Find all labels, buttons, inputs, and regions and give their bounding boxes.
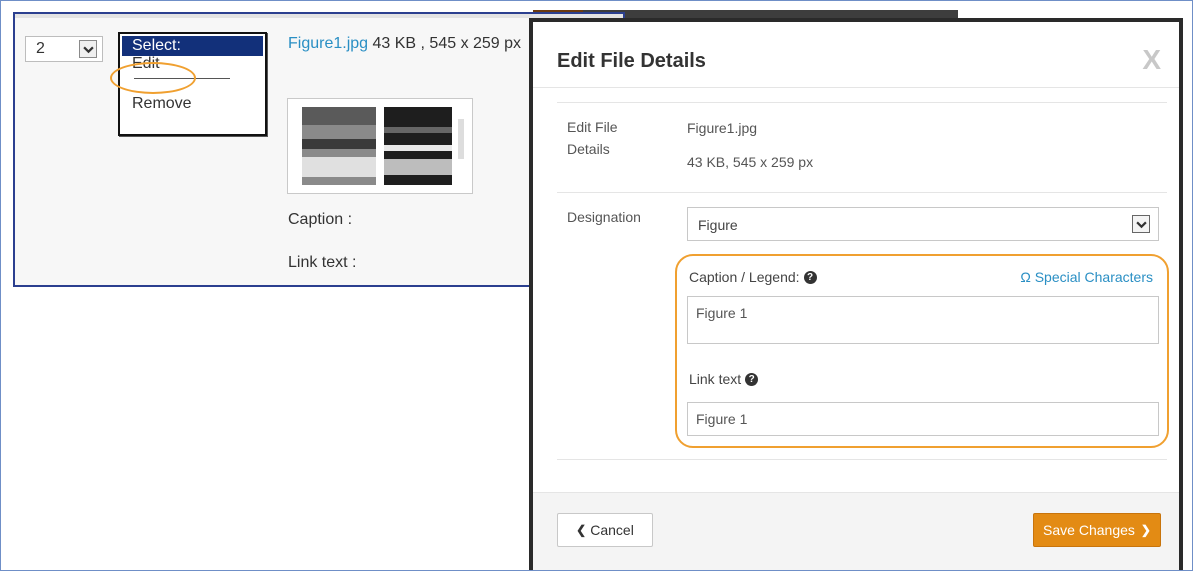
caption-legend-text: Caption / Legend: [689,269,800,285]
figure-thumbnail[interactable] [287,98,473,194]
action-option-remove[interactable]: Remove [122,94,263,114]
file-name-link[interactable]: Figure1.jpg [288,35,368,52]
order-select[interactable]: 2 [25,36,103,62]
divider [557,102,1167,103]
link-text-label-text: Link text [689,371,742,387]
action-option-separator [134,78,230,79]
action-option-select[interactable]: Select: [122,36,263,56]
chevron-down-icon[interactable] [1132,215,1150,233]
caption-legend-field[interactable]: Figure 1 [687,296,1159,344]
link-text-label: Link text : [288,254,357,271]
close-icon[interactable]: X [1142,44,1161,76]
edit-file-details-label: Edit File Details [567,119,618,157]
file-info: Figure1.jpg 43 KB , 545 x 259 px [288,32,538,55]
special-characters-link[interactable]: Ω Special Characters [1020,269,1153,285]
blank-patch [765,356,841,400]
edit-file-details-modal: Edit File Details X Edit File Details Fi… [529,18,1183,570]
cancel-label: Cancel [590,522,634,538]
chevron-left-icon: ❮ [576,523,587,537]
caption-legend-label: Caption / Legend: ? [689,269,817,285]
question-circle-icon[interactable]: ? [745,372,759,386]
designation-value: Figure [698,217,738,233]
chevron-down-icon[interactable] [79,40,97,58]
modal-title: Edit File Details [557,50,706,72]
divider [557,459,1167,460]
thumbnail-image [288,99,472,193]
order-value: 2 [36,40,45,57]
divider [557,192,1167,193]
modal-body: Edit File Details Figure1.jpg 43 KB, 545… [557,102,1169,462]
cancel-button[interactable]: ❮ Cancel [557,513,653,547]
modal-footer: ❮ Cancel Save Changes ❯ [533,492,1179,570]
file-meta: 43 KB , 545 x 259 px [372,35,522,52]
blank-patch [833,256,909,290]
designation-select[interactable]: Figure [687,207,1159,241]
action-dropdown-list[interactable]: Select: Edit Remove [118,32,267,136]
save-label: Save Changes [1043,522,1135,538]
chevron-right-icon: ❯ [1140,523,1151,537]
link-text-field-label: Link text ? [689,371,759,387]
caption-label: Caption : [288,211,353,228]
save-changes-button[interactable]: Save Changes ❯ [1033,513,1161,547]
action-option-edit[interactable]: Edit [122,54,263,74]
modal-file-name: Figure1.jpg [687,120,758,136]
modal-file-meta: 43 KB, 545 x 259 px [687,154,814,170]
caption-link-highlight-group: Caption / Legend: ? Ω Special Characters… [675,254,1169,448]
modal-header: Edit File Details X [533,22,1179,88]
question-circle-icon[interactable]: ? [803,270,817,284]
link-text-field[interactable] [687,402,1159,436]
designation-label: Designation [567,209,641,225]
